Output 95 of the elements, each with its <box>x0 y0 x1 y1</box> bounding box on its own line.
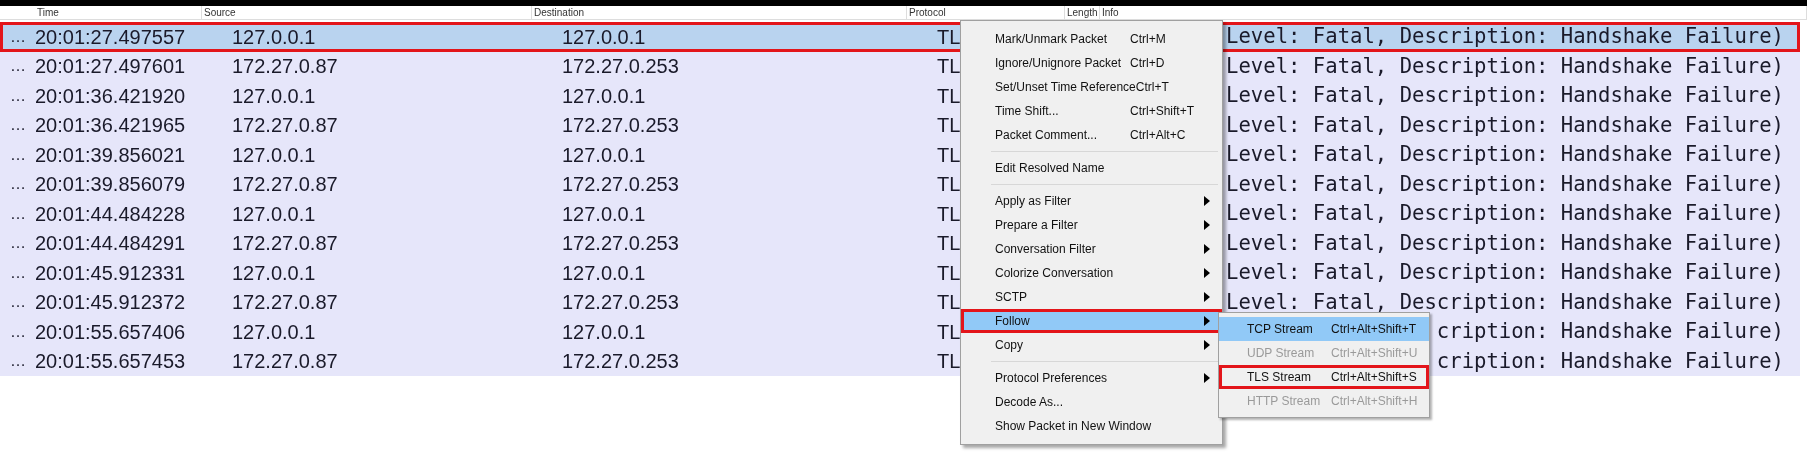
destination-cell: 127.0.0.1 <box>562 143 646 166</box>
source-cell: 172.27.0.87 <box>232 350 338 373</box>
destination-cell: 172.27.0.253 <box>562 55 679 78</box>
row-marker: … <box>10 203 26 224</box>
info-cell-text: Level: Fatal, Description: Handshake Failure) <box>1226 23 1784 51</box>
time-cell: 20:01:36.421965 <box>35 114 186 137</box>
menu-item[interactable]: Mark/Unmark Packet Ctrl+M <box>961 27 1222 51</box>
column-header[interactable]: Info <box>1100 7 1119 18</box>
info-cell-text: Level: Fatal, Description: Handshake Failure) <box>1226 52 1784 80</box>
source-cell: 172.27.0.87 <box>232 55 338 78</box>
column-header[interactable]: Protocol <box>907 7 946 18</box>
menu-item[interactable]: Decode As... <box>961 390 1222 414</box>
column-header[interactable]: Source <box>202 7 236 18</box>
destination-cell: 127.0.0.1 <box>562 202 646 225</box>
time-cell: 20:01:45.912331 <box>35 261 186 284</box>
info-cell-text: Level: Fatal, Description: Handshake Failure) <box>1226 170 1784 198</box>
menu-item[interactable]: Show Packet in New Window <box>961 414 1222 438</box>
row-marker: … <box>10 26 26 47</box>
time-cell: 20:01:27.497601 <box>35 55 186 78</box>
menu-item[interactable]: Ignore/Unignore Packet Ctrl+D <box>961 51 1222 75</box>
row-marker: … <box>10 262 26 283</box>
destination-cell: 172.27.0.253 <box>562 114 679 137</box>
submenu-arrow-icon <box>1204 196 1210 206</box>
protocol-cell: TL <box>937 350 961 373</box>
submenu-arrow-icon <box>1204 316 1210 326</box>
protocol-cell: TL <box>937 261 961 284</box>
protocol-cell: TL <box>937 202 961 225</box>
destination-cell: 127.0.0.1 <box>562 25 646 48</box>
source-cell: 172.27.0.87 <box>232 291 338 314</box>
protocol-cell: TL <box>937 114 961 137</box>
destination-cell: 127.0.0.1 <box>562 261 646 284</box>
menu-item[interactable]: TCP Stream Ctrl+Alt+Shift+T <box>1219 317 1429 341</box>
row-marker: … <box>10 174 26 195</box>
destination-cell: 127.0.0.1 <box>562 320 646 343</box>
destination-cell: 172.27.0.253 <box>562 350 679 373</box>
protocol-cell: TL <box>937 232 961 255</box>
destination-cell: 172.27.0.253 <box>562 173 679 196</box>
info-cell-text: cription: Handshake Failure) <box>1436 347 1784 375</box>
source-cell: 127.0.0.1 <box>232 320 316 343</box>
info-cell-text: Level: Fatal, Description: Handshake Failure) <box>1226 141 1784 169</box>
info-cell-text: Level: Fatal, Description: Handshake Failure) <box>1226 82 1784 110</box>
protocol-cell: TL <box>937 55 961 78</box>
time-cell: 20:01:55.657406 <box>35 320 186 343</box>
protocol-cell: TL <box>937 143 961 166</box>
time-cell: 20:01:45.912372 <box>35 291 186 314</box>
row-marker: … <box>10 321 26 342</box>
source-cell: 172.27.0.87 <box>232 232 338 255</box>
row-marker: … <box>10 85 26 106</box>
info-cell-text: Level: Fatal, Description: Handshake Failure) <box>1226 111 1784 139</box>
submenu-arrow-icon <box>1204 220 1210 230</box>
protocol-cell: TL <box>937 84 961 107</box>
info-cell-text: Level: Fatal, Description: Handshake Failure) <box>1226 288 1784 316</box>
submenu-arrow-icon <box>1204 292 1210 302</box>
column-header[interactable]: Length <box>1065 7 1098 18</box>
submenu-arrow-icon <box>1204 340 1210 350</box>
destination-cell: 172.27.0.253 <box>562 291 679 314</box>
submenu-arrow-icon <box>1204 268 1210 278</box>
row-marker: … <box>10 233 26 254</box>
menu-item[interactable]: Colorize Conversation <box>961 261 1222 285</box>
source-cell: 127.0.0.1 <box>232 261 316 284</box>
source-cell: 172.27.0.87 <box>232 173 338 196</box>
protocol-cell: TL <box>937 291 961 314</box>
time-cell: 20:01:39.856021 <box>35 143 186 166</box>
time-cell: 20:01:27.497557 <box>35 25 186 48</box>
time-cell: 20:01:44.484291 <box>35 232 186 255</box>
menu-item[interactable]: SCTP <box>961 285 1222 309</box>
row-marker: … <box>10 292 26 313</box>
menu-item[interactable]: Conversation Filter <box>961 237 1222 261</box>
row-marker: … <box>10 56 26 77</box>
source-cell: 127.0.0.1 <box>232 25 316 48</box>
row-marker: … <box>10 115 26 136</box>
submenu-arrow-icon <box>1204 244 1210 254</box>
time-cell: 20:01:36.421920 <box>35 84 186 107</box>
source-cell: 127.0.0.1 <box>232 84 316 107</box>
row-marker: … <box>10 351 26 372</box>
source-cell: 127.0.0.1 <box>232 143 316 166</box>
time-cell: 20:01:44.484228 <box>35 202 186 225</box>
info-cell-text: Level: Fatal, Description: Handshake Failure) <box>1226 200 1784 228</box>
destination-cell: 172.27.0.253 <box>562 232 679 255</box>
submenu-arrow-icon <box>1204 373 1210 383</box>
info-cell-text: Level: Fatal, Description: Handshake Failure) <box>1226 229 1784 257</box>
info-cell-text: cription: Handshake Failure) <box>1436 318 1784 346</box>
column-header[interactable]: Time <box>35 7 59 18</box>
source-cell: 172.27.0.87 <box>232 114 338 137</box>
column-header[interactable]: Destination <box>532 7 585 18</box>
protocol-cell: TL <box>937 25 961 48</box>
info-cell-text: Level: Fatal, Description: Handshake Failure) <box>1226 259 1784 287</box>
source-cell: 127.0.0.1 <box>232 202 316 225</box>
menu-item[interactable]: Follow <box>961 309 1222 333</box>
protocol-cell: TL <box>937 173 961 196</box>
time-cell: 20:01:55.657453 <box>35 350 186 373</box>
row-marker: … <box>10 144 26 165</box>
protocol-cell: TL <box>937 320 961 343</box>
time-cell: 20:01:39.856079 <box>35 173 186 196</box>
destination-cell: 127.0.0.1 <box>562 84 646 107</box>
